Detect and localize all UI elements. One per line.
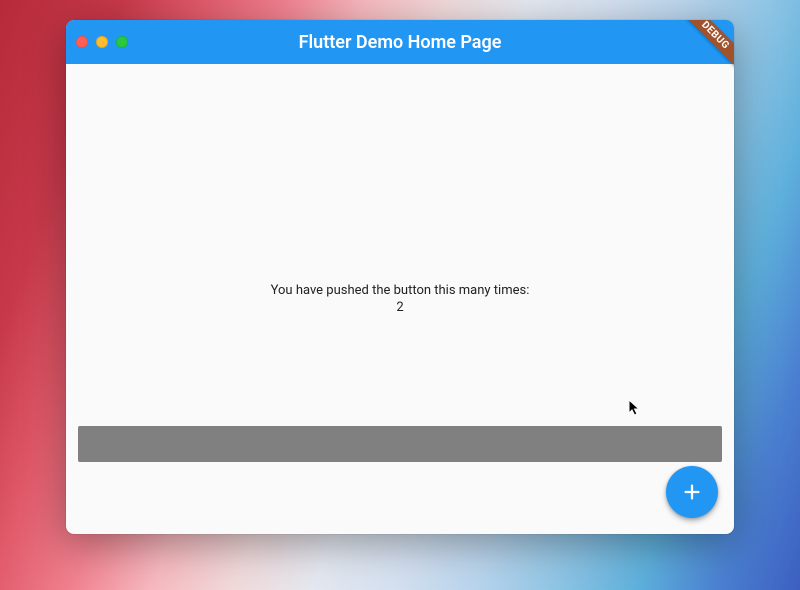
bottom-bar[interactable]	[78, 426, 722, 462]
window-controls	[76, 36, 128, 48]
plus-icon	[681, 481, 703, 503]
maximize-window-button[interactable]	[116, 36, 128, 48]
increment-fab[interactable]	[666, 466, 718, 518]
app-titlebar: Flutter Demo Home Page DEBUG	[66, 20, 734, 64]
app-title: Flutter Demo Home Page	[299, 32, 502, 53]
app-body: You have pushed the button this many tim…	[66, 64, 734, 534]
minimize-window-button[interactable]	[96, 36, 108, 48]
close-window-button[interactable]	[76, 36, 88, 48]
counter-label: You have pushed the button this many tim…	[271, 283, 530, 298]
counter-value: 2	[396, 300, 403, 315]
app-window: Flutter Demo Home Page DEBUG You have pu…	[66, 20, 734, 534]
